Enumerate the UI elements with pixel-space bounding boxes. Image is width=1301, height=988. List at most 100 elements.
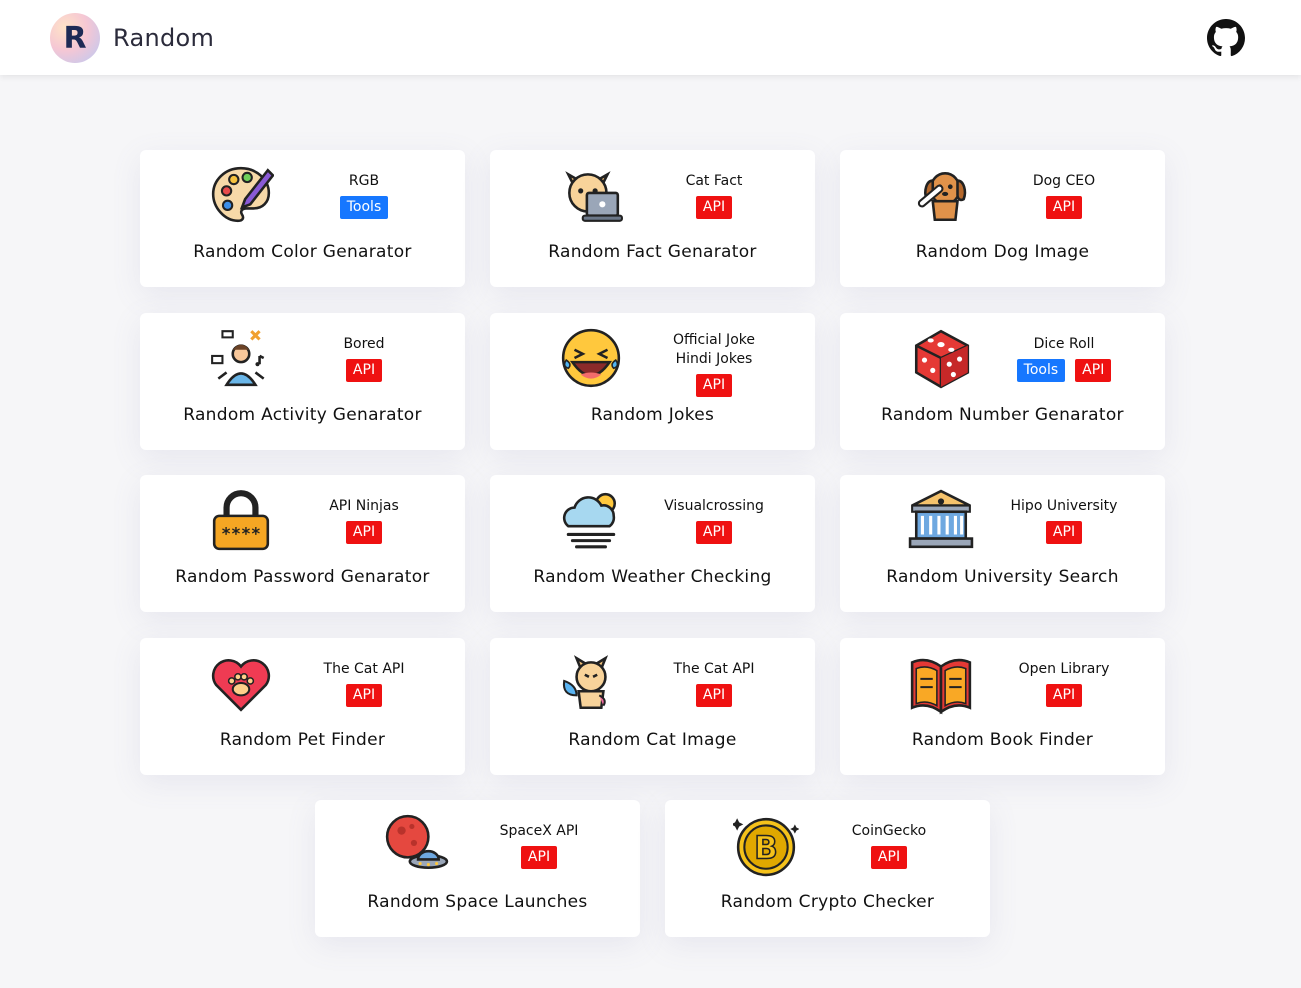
cat-butterfly-icon: [558, 650, 624, 716]
card-title: Random University Search: [886, 567, 1119, 587]
badge-group: API: [345, 521, 383, 544]
dice-icon: [908, 325, 974, 391]
card-title: Random Crypto Checker: [720, 892, 935, 912]
card-meta: API Ninjas API: [300, 497, 428, 544]
source-label: Bored: [343, 336, 385, 352]
card-title: Random Password Genarator: [175, 567, 430, 587]
source-label: Hindi Jokes: [675, 351, 753, 367]
card-title: Random Fact Genarator: [548, 242, 757, 262]
api-badge: API: [1045, 521, 1083, 544]
card-meta: Bored API: [300, 335, 428, 382]
source-label: Visualcrossing: [664, 498, 764, 514]
palette-icon: [208, 162, 275, 228]
api-badge: API: [1045, 684, 1083, 707]
tool-card[interactable]: The Cat API API Random Pet Finder: [140, 638, 465, 775]
svg-text:B: B: [754, 830, 778, 866]
api-badge: API: [695, 521, 733, 544]
tool-card[interactable]: Dice Roll Tools API Random Number Genarator: [840, 313, 1165, 450]
badge-group: API: [345, 684, 383, 707]
card-meta: Visualcrossing API: [650, 497, 778, 544]
source-label: Open Library: [1018, 661, 1110, 677]
source-label: API Ninjas: [329, 498, 399, 514]
api-badge: API: [345, 521, 383, 544]
api-badge: API: [1075, 359, 1112, 382]
api-badge: API: [345, 359, 383, 382]
badge-group: Tools API: [1016, 359, 1112, 382]
badge-group: Tools: [339, 196, 389, 219]
badge-group: API: [695, 684, 733, 707]
tools-badge: Tools: [1016, 359, 1066, 382]
card-meta: The Cat API API: [300, 660, 428, 707]
source-label: Hipo University: [1010, 498, 1118, 514]
card-meta: Hipo University API: [1000, 497, 1128, 544]
brand-name: Random: [113, 24, 215, 52]
bitcoin-icon: B: [730, 812, 800, 878]
card-title: Random Cat Image: [568, 730, 737, 750]
padlock-password-icon: ****: [208, 487, 274, 553]
badge-group: API: [870, 846, 908, 869]
source-label: SpaceX API: [499, 823, 579, 839]
api-badge: API: [695, 374, 733, 397]
svg-text:****: ****: [221, 525, 261, 544]
api-badge: API: [695, 684, 733, 707]
card-title: Random Jokes: [590, 405, 715, 425]
tool-card[interactable]: RGB Tools Random Color Genarator: [140, 150, 465, 287]
tool-card[interactable]: Visualcrossing API Random Weather Checking: [490, 475, 815, 612]
card-title: Random Activity Genarator: [183, 405, 422, 425]
activity-person-icon: [208, 325, 274, 391]
source-label: The Cat API: [323, 661, 405, 677]
card-title: Random Weather Checking: [533, 567, 772, 587]
card-meta: SpaceX API API: [475, 822, 603, 869]
card-title: Random Number Genarator: [881, 405, 1124, 425]
card-meta: Cat Fact API: [650, 172, 778, 219]
card-meta: The Cat API API: [650, 660, 778, 707]
brand-home-link[interactable]: R Random: [50, 13, 214, 63]
header: R Random: [0, 0, 1301, 75]
api-badge: API: [345, 684, 383, 707]
weather-cloud-sun-icon: [558, 487, 624, 553]
badge-group: API: [695, 521, 733, 544]
tool-card[interactable]: **** API Ninjas API Random Password Genarat…: [140, 475, 465, 612]
card-meta: RGB Tools: [300, 172, 428, 219]
source-label: CoinGecko: [851, 823, 927, 839]
api-badge: API: [870, 846, 908, 869]
api-badge: API: [695, 196, 733, 219]
source-label: RGB: [348, 173, 380, 189]
card-meta: Open Library API: [1000, 660, 1128, 707]
heart-paw-icon: [208, 650, 274, 716]
source-label: Dog CEO: [1032, 173, 1096, 189]
source-label: Official Joke: [673, 332, 755, 348]
tool-card[interactable]: Hipo University API Random University Sear…: [840, 475, 1165, 612]
source-label: The Cat API: [673, 661, 755, 677]
badge-group: API: [1045, 521, 1083, 544]
api-badge: API: [520, 846, 558, 869]
badge-group: API: [695, 196, 733, 219]
badge-group: API: [695, 374, 733, 397]
card-title: Random Color Genarator: [193, 242, 412, 262]
university-building-icon: [908, 487, 974, 553]
open-book-icon: [908, 650, 974, 716]
source-label: Cat Fact: [685, 173, 743, 189]
tool-card[interactable]: Cat Fact API Random Fact Genarator: [490, 150, 815, 287]
card-title: Random Pet Finder: [219, 730, 386, 750]
cat-laptop-icon: [558, 162, 624, 228]
tool-card[interactable]: Dog CEO API Random Dog Image: [840, 150, 1165, 287]
github-icon[interactable]: [1207, 19, 1245, 57]
card-meta: Dog CEO API: [1000, 172, 1128, 219]
dog-bone-icon: [908, 162, 974, 228]
tool-card[interactable]: Official Joke Hindi Jokes API Random Jokes: [490, 313, 815, 450]
card-meta: Dice Roll Tools API: [1000, 335, 1128, 382]
source-label: Dice Roll: [1033, 336, 1095, 352]
card-meta: CoinGecko API: [825, 822, 953, 869]
tool-card[interactable]: B CoinGecko API Random Crypto Checker: [665, 800, 990, 937]
api-badge: API: [1045, 196, 1083, 219]
tool-card[interactable]: Open Library API Random Book Finder: [840, 638, 1165, 775]
laughing-emoji-icon: [558, 325, 624, 391]
card-title: Random Space Launches: [367, 892, 588, 912]
card-meta: Official Joke Hindi Jokes API: [650, 331, 778, 397]
tool-card[interactable]: Bored API Random Activity Genarator: [140, 313, 465, 450]
tool-card[interactable]: The Cat API API Random Cat Image: [490, 638, 815, 775]
tool-card[interactable]: SpaceX API API Random Space Launches: [315, 800, 640, 937]
badge-group: API: [345, 359, 383, 382]
badge-group: API: [1045, 196, 1083, 219]
